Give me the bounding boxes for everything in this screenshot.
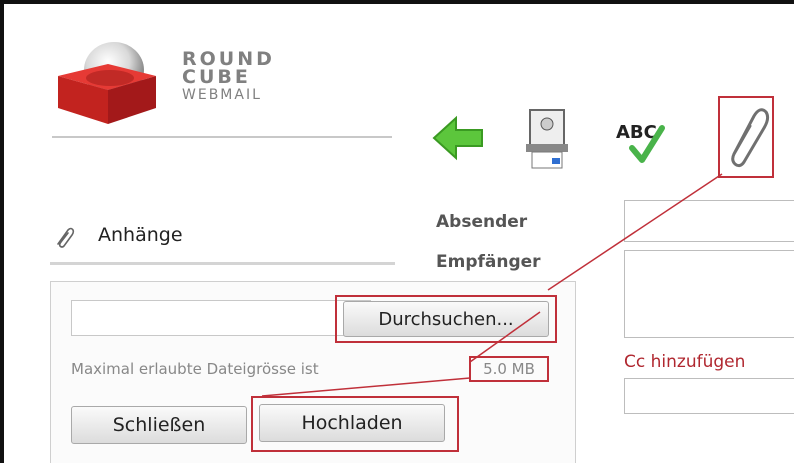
recipient-field[interactable] bbox=[624, 250, 794, 338]
logo-line-webmail: WEBMAIL bbox=[182, 87, 262, 103]
sender-label: Absender bbox=[436, 212, 528, 232]
roundcube-logo: ROUND CUBE WEBMAIL bbox=[44, 30, 384, 140]
upload-button[interactable]: Hochladen bbox=[259, 404, 445, 442]
attachments-title: Anhänge bbox=[98, 224, 183, 246]
paperclip-icon bbox=[731, 108, 770, 168]
browse-highlight: Durchsuchen... bbox=[335, 295, 557, 343]
upload-highlight: Hochladen bbox=[251, 396, 459, 452]
spellcheck-icon: ABC bbox=[616, 122, 665, 163]
max-size-value: 5.0 MB bbox=[469, 356, 549, 382]
spellcheck-button[interactable]: ABC bbox=[612, 100, 672, 176]
add-cc-link[interactable]: Cc hinzufügen bbox=[624, 352, 745, 372]
roundcube-cube-icon bbox=[58, 42, 156, 124]
recipient-label: Empfänger bbox=[436, 252, 541, 272]
attachments-header: Anhänge bbox=[50, 216, 395, 265]
paperclip-icon bbox=[57, 227, 75, 248]
send-button[interactable] bbox=[518, 100, 578, 176]
max-size-text: Maximal erlaubte Dateigrösse ist bbox=[71, 360, 319, 378]
logo-divider bbox=[52, 136, 392, 138]
browse-button[interactable]: Durchsuchen... bbox=[343, 301, 549, 337]
roundcube-compose-window: ROUND CUBE WEBMAIL ABC Anhänge Absender … bbox=[0, 0, 794, 463]
logo-line-cube: CUBE bbox=[182, 66, 251, 88]
logo-wordmark: ROUND CUBE WEBMAIL bbox=[182, 50, 275, 104]
back-arrow-icon bbox=[432, 115, 483, 161]
back-button[interactable] bbox=[428, 100, 488, 176]
upload-panel: Durchsuchen... Maximal erlaubte Dateigrö… bbox=[50, 281, 576, 463]
attach-button[interactable] bbox=[718, 96, 774, 178]
cc-field[interactable] bbox=[624, 378, 794, 414]
close-button[interactable]: Schließen bbox=[71, 406, 247, 444]
sender-field[interactable] bbox=[624, 200, 794, 242]
send-icon bbox=[526, 109, 568, 169]
file-path-input[interactable] bbox=[71, 300, 371, 336]
spellcheck-abc-text: ABC bbox=[616, 122, 657, 143]
